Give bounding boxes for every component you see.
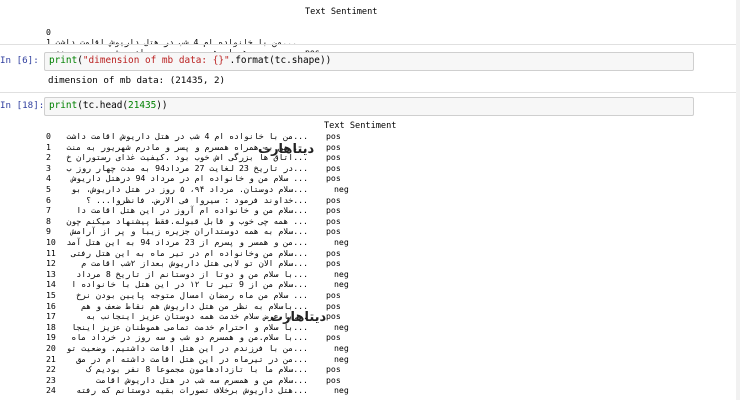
row-text: ...سلام من و خانواده ام آروز در این هتل … — [76, 205, 308, 216]
cell-divider — [0, 92, 740, 93]
watermark-logo-icon: دیتاهارت — [258, 142, 314, 157]
row-sentiment: pos — [326, 311, 341, 322]
row-text: ...سلام من و همسرم سه شب در هتل داریوش ا… — [96, 374, 308, 385]
row-sentiment: pos — [326, 226, 341, 237]
row-index: 0 — [46, 27, 51, 37]
row-index: 18 — [46, 321, 56, 332]
row-index: 11 — [46, 247, 56, 258]
row-sentiment: pos — [326, 332, 341, 343]
row-sentiment: neg — [334, 321, 349, 332]
row-text: ... همه چی خوب و قابل قبوله.فقط پیشنهاد … — [66, 215, 308, 226]
row-index: 1 — [46, 37, 51, 47]
code-rest: )) — [156, 100, 168, 111]
row-sentiment: pos — [326, 141, 341, 152]
row-index: 8 — [46, 215, 51, 226]
row-text: ...هتل داریوش برخلاف تصورات بقیه دوستانم… — [76, 385, 308, 396]
row-index: 24 — [46, 385, 56, 396]
row-text: ...سلام من از 9 تیر تا ۱۲ در این هتل با … — [71, 279, 308, 290]
row-text: ... سلام من و خانواده ام در مرداد 94 دره… — [71, 173, 308, 184]
row-text: ...من در تیرماه در این هتل اقامت داشته ا… — [76, 353, 308, 364]
top-table-row: 1 ... من به همراه همسرم و پسر و مادرم شه… — [0, 27, 327, 67]
row-index: 4 — [46, 173, 51, 184]
code-rest: .format(tc.shape)) — [229, 55, 332, 66]
row-sentiment: neg — [334, 385, 349, 396]
row-sentiment: pos — [326, 374, 341, 385]
row-text: ...سلام من وخانواده ام در تیر ماه به این… — [71, 247, 308, 258]
code-builtin: print — [49, 55, 78, 66]
code-number: 21435 — [128, 100, 157, 111]
row-sentiment: pos — [326, 215, 341, 226]
row-index: 19 — [46, 332, 56, 343]
row-index: 2 — [46, 152, 51, 163]
row-index: 17 — [46, 311, 56, 322]
top-table-row: 0 ...من با خانواده ام 4 شب در هتل داریوش… — [0, 17, 320, 57]
code-call: (tc.head( — [77, 100, 129, 111]
row-sentiment: pos — [326, 364, 341, 375]
row-sentiment: neg — [334, 184, 349, 194]
row-index: 23 — [46, 374, 56, 385]
row-index: 22 — [46, 364, 56, 375]
row-sentiment: pos — [326, 173, 341, 184]
row-sentiment: pos — [326, 290, 341, 300]
row-index: 1 — [46, 141, 51, 152]
row-sentiment: pos — [326, 152, 341, 163]
cell-prompt: In [18]: — [0, 100, 45, 111]
row-index: 5 — [46, 184, 51, 194]
code-cell-input[interactable]: print("dimension of mb data: {}".format(… — [44, 52, 694, 71]
row-sentiment: neg — [334, 279, 349, 290]
row-text: ...من و همسر و پسرم از 23 مرداد 94 به ای… — [66, 237, 308, 247]
row-text: ...من با خانواده ام 4 شب در هتل داریوش ا… — [66, 131, 308, 141]
row-sentiment: neg — [334, 343, 349, 353]
cell-prompt: In [6]: — [0, 55, 39, 66]
row-text: ...سلام الان تو لابی هتل داریوش بعداز ۲ش… — [81, 258, 308, 269]
row-text: ...من با فرزندم در این هتل اقامت داشتیم.… — [66, 343, 308, 353]
row-sentiment: pos — [326, 300, 341, 311]
row-text: ...در تاریخ 23 لغایت 27 مرداد94 به مدت چ… — [66, 162, 308, 173]
row-text: ...سلام دوستان. مرداد ۹۴، ۵ روز در هتل د… — [71, 184, 308, 194]
row-index: 20 — [46, 343, 56, 353]
row-sentiment: neg — [334, 353, 349, 364]
code-string: "dimension of mb data: {}" — [82, 55, 230, 66]
row-text: ...من با خانواده ام 4 شب در هتل داریوش ا… — [55, 37, 297, 47]
row-text: ...با سلام.من و همسرم دو شب و سه روز در … — [71, 332, 308, 343]
row-index: 6 — [46, 194, 51, 205]
row-index: 14 — [46, 279, 56, 290]
row-index: 16 — [46, 300, 56, 311]
cell-output: dimension of mb data: (21435, 2) — [48, 75, 226, 86]
row-sentiment: pos — [326, 247, 341, 258]
row-index: 7 — [46, 205, 51, 216]
row-index: 9 — [46, 226, 51, 237]
watermark-logo-icon: دیتاهارت — [270, 310, 326, 325]
row-index: 12 — [46, 258, 56, 269]
table-header: Text Sentiment — [324, 121, 397, 131]
row-index: 13 — [46, 268, 56, 279]
code-line[interactable]: print("dimension of mb data: {}".format(… — [49, 55, 331, 66]
row-index: 21 — [46, 353, 56, 364]
scrollbar[interactable] — [736, 0, 740, 400]
top-table-header: Text Sentiment — [305, 7, 378, 17]
watermark-text: دیتاهارت — [270, 310, 327, 325]
code-line[interactable]: print(tc.head(21435)) — [49, 100, 168, 111]
row-text: ...با سلام من و دوتا از دوستانم از تاریخ… — [76, 268, 308, 279]
row-text: ... سلام من ماه رمضان امسال متوجه پایین … — [76, 290, 308, 300]
row-sentiment: neg — [334, 237, 349, 247]
watermark-text: دیتاهارت — [258, 142, 315, 157]
row-sentiment: pos — [326, 205, 341, 216]
row-index: 10 — [46, 237, 56, 247]
row-sentiment: pos — [326, 131, 341, 141]
row-sentiment: neg — [334, 268, 349, 279]
row-index: 3 — [46, 162, 51, 173]
code-builtin: print — [49, 100, 78, 111]
row-index: 0 — [46, 131, 51, 141]
row-sentiment: pos — [326, 258, 341, 269]
row-text: ...خداوند فرمود : سیروا فی الارض. فانظرو… — [86, 194, 308, 205]
cell-divider — [0, 44, 740, 45]
row-sentiment: pos — [326, 162, 341, 173]
code-cell-input[interactable]: print(tc.head(21435)) — [44, 97, 694, 116]
row-text: ...سلام ما با تازدادهامون مجموعا 8 نفر ب… — [86, 364, 308, 375]
row-text: ...سلام به همه دوستداران جزیره زیبا و پر… — [71, 226, 308, 237]
row-sentiment: pos — [326, 194, 341, 205]
row-index: 15 — [46, 290, 56, 300]
